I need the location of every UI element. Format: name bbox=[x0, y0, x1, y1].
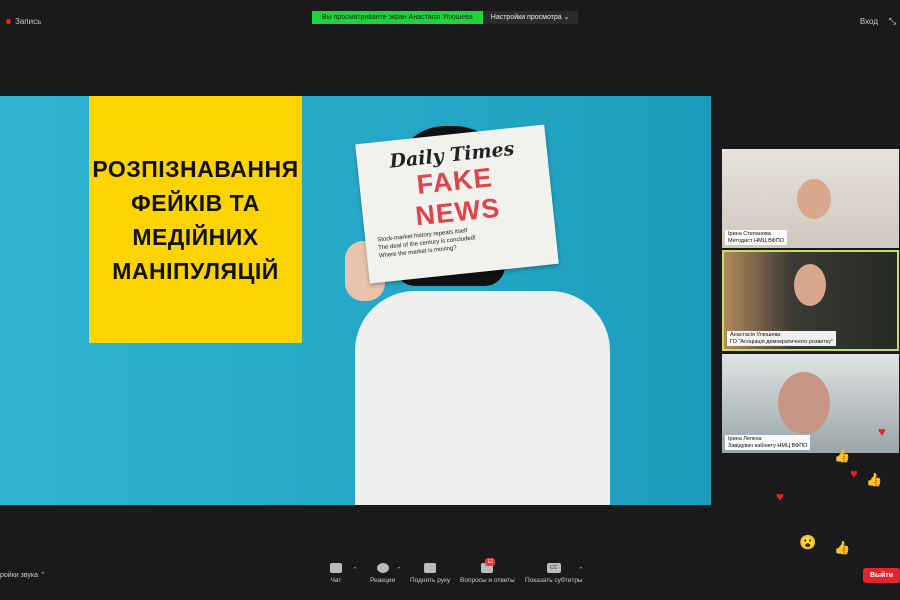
qa-badge: 12 bbox=[485, 558, 495, 566]
chat-label: Чат bbox=[330, 577, 342, 584]
participant-role: Методист НМЦ ВФПО bbox=[728, 237, 785, 244]
person-dress bbox=[355, 291, 610, 505]
captions-button[interactable]: CC Показать субтитры bbox=[525, 563, 583, 584]
chat-icon bbox=[330, 563, 342, 573]
reactions-label: Реакции bbox=[370, 577, 396, 584]
participant-role: Завідувач кабінету НМЦ ВФПО bbox=[728, 442, 808, 449]
chevron-down-icon: ⌄ bbox=[563, 14, 570, 21]
participant-label: Анастасія Улюшева ГО "Асоціація демократи… bbox=[727, 331, 837, 346]
slide-title-box: РОЗПІЗНАВАННЯ ФЕЙКІВ ТА МЕДІЙНИХ МАНІПУЛ… bbox=[89, 96, 302, 343]
participant-face bbox=[778, 372, 830, 434]
thumbs-up-reaction-icon: 👍 bbox=[834, 448, 851, 463]
hand-icon bbox=[424, 563, 437, 573]
view-settings-label: Настройки просмотра bbox=[490, 14, 562, 21]
participant-face bbox=[797, 179, 831, 219]
exit-button[interactable]: Вход bbox=[860, 17, 878, 26]
video-tile[interactable]: Ірина Степанова Методист НМЦ ВФПО bbox=[722, 149, 899, 248]
qa-label: Вопросы и ответы bbox=[460, 577, 515, 584]
recording-indicator[interactable]: Запись bbox=[6, 17, 41, 26]
chat-button[interactable]: Чат bbox=[330, 563, 342, 584]
qa-button[interactable]: 12 Вопросы и ответы bbox=[460, 558, 515, 584]
raise-hand-label: Поднять руку bbox=[410, 577, 451, 584]
participant-label: Ірина Лепеха Завідувач кабінету НМЦ ВФПО bbox=[725, 435, 811, 450]
reactions-icon bbox=[376, 563, 389, 573]
cc-icon: CC bbox=[546, 563, 561, 573]
audio-settings-label: ройки звука bbox=[0, 572, 38, 579]
title-line: РОЗПІЗНАВАННЯ bbox=[92, 155, 299, 182]
record-dot-icon bbox=[6, 19, 11, 24]
participant-role: ГО "Асоціація демократичного розвитку" bbox=[730, 338, 834, 345]
viewing-text: Вы просматриваете экран Анастасія Улюшев… bbox=[312, 11, 483, 24]
captions-label: Показать субтитры bbox=[525, 577, 583, 584]
newspaper: Daily Times FAKE NEWS Stock-market histo… bbox=[355, 124, 559, 284]
participant-label: Ірина Степанова Методист НМЦ ВФПО bbox=[725, 230, 788, 245]
view-settings-button[interactable]: Настройки просмотра ⌄ bbox=[482, 11, 578, 24]
thumbs-up-reaction-icon: 👍 bbox=[866, 472, 883, 487]
heart-reaction-icon: ♥ bbox=[850, 466, 858, 481]
participant-face bbox=[794, 264, 826, 306]
viewing-banner: Вы просматриваете экран Анастасія Улюшев… bbox=[312, 11, 578, 24]
captions-options-caret[interactable]: ⌃ bbox=[578, 566, 584, 574]
audio-settings-button[interactable]: ройки звука ⌃ bbox=[0, 571, 46, 579]
heart-reaction-icon: ♥ bbox=[776, 489, 784, 504]
chat-options-caret[interactable]: ⌃ bbox=[352, 566, 358, 574]
video-tile[interactable]: Ірина Лепеха Завідувач кабінету НМЦ ВФПО bbox=[722, 354, 899, 453]
recording-label: Запись bbox=[15, 17, 42, 26]
video-tile-active-speaker[interactable]: Анастасія Улюшева ГО "Асоціація демократи… bbox=[722, 250, 899, 351]
shared-slide: РОЗПІЗНАВАННЯ ФЕЙКІВ ТА МЕДІЙНИХ МАНІПУЛ… bbox=[0, 96, 711, 505]
reactions-button[interactable]: Реакции bbox=[370, 563, 395, 584]
thumbs-up-reaction-icon: 👍 bbox=[834, 540, 851, 555]
heart-reaction-icon: ♥ bbox=[878, 424, 886, 439]
raise-hand-button[interactable]: Поднять руку bbox=[410, 563, 450, 584]
title-line: МАНІПУЛЯЦІЙ bbox=[112, 257, 279, 284]
surprised-reaction-icon: 😮 bbox=[799, 534, 817, 550]
reactions-options-caret[interactable]: ⌃ bbox=[396, 566, 402, 574]
qa-icon: 12 bbox=[481, 558, 495, 573]
leave-button[interactable]: Выйти bbox=[863, 568, 900, 583]
fullscreen-icon[interactable]: ⤡ bbox=[889, 16, 896, 27]
title-line: ФЕЙКІВ ТА bbox=[131, 189, 260, 216]
title-line: МЕДІЙНИХ bbox=[132, 223, 259, 250]
